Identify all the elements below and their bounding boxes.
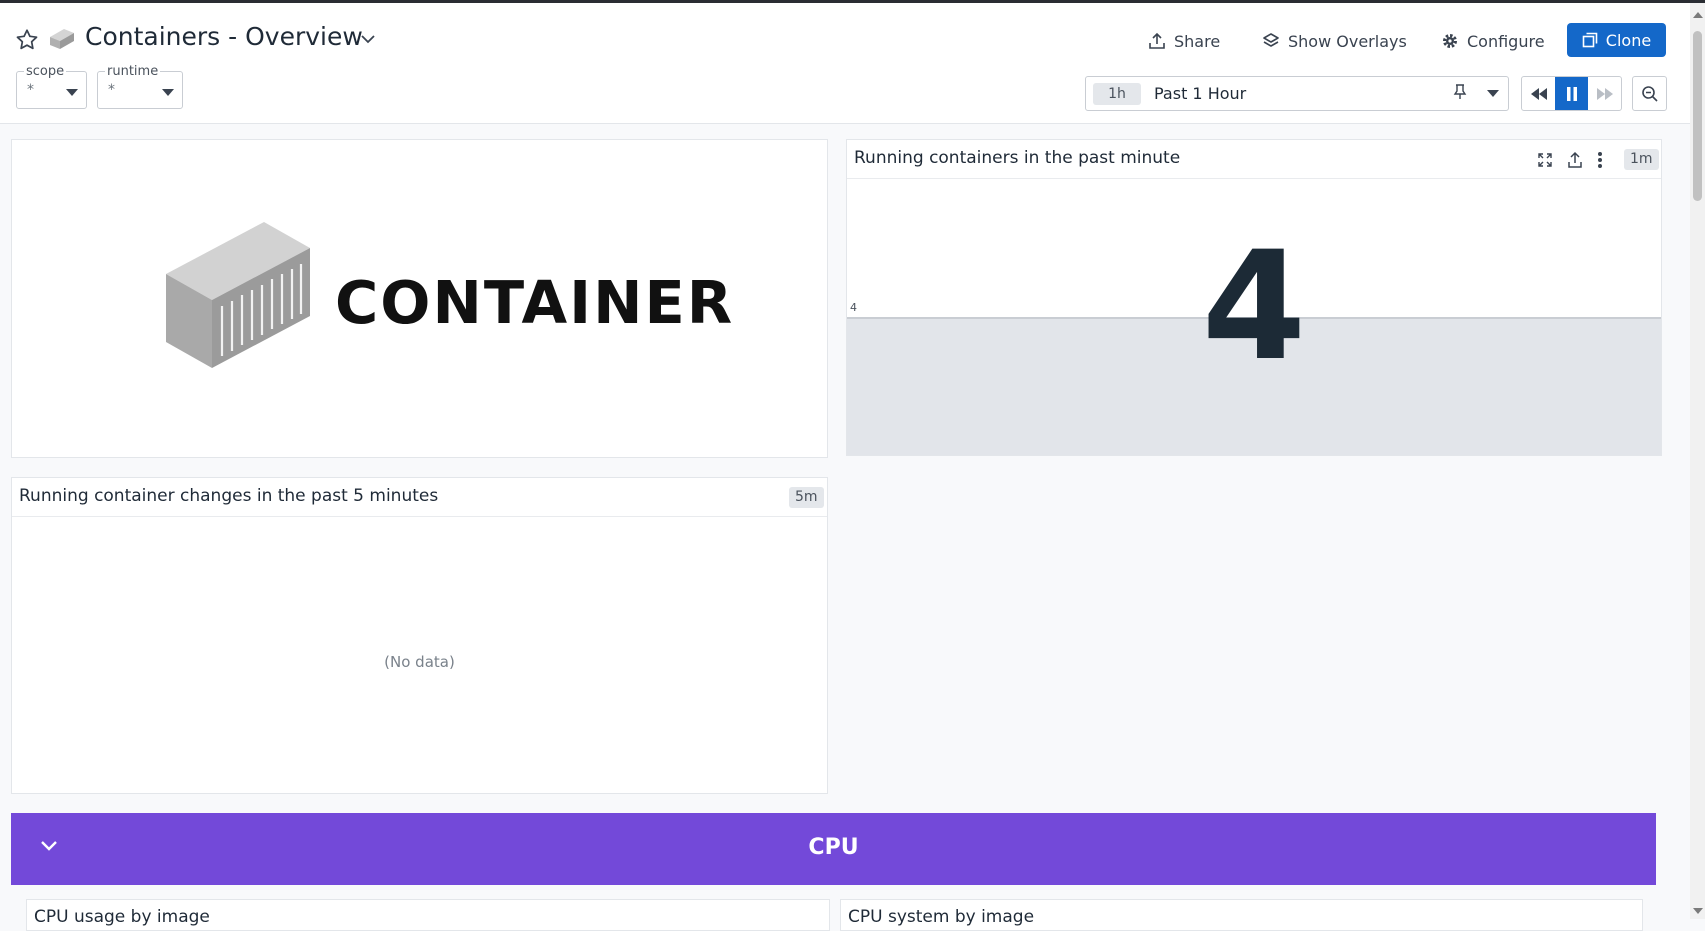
show-overlays-button[interactable]: Show Overlays bbox=[1262, 27, 1407, 55]
time-caret-down-icon[interactable] bbox=[1487, 90, 1499, 97]
chevron-down-icon[interactable] bbox=[360, 33, 376, 45]
variable-value: * bbox=[108, 82, 115, 98]
more-options-icon[interactable] bbox=[1597, 151, 1603, 169]
container-illustration-icon bbox=[166, 222, 310, 368]
query-value: 4 bbox=[1201, 220, 1307, 394]
playback-controls bbox=[1521, 76, 1622, 111]
share-button[interactable]: Share bbox=[1148, 27, 1220, 55]
share-icon bbox=[1149, 32, 1165, 49]
rewind-icon bbox=[1530, 87, 1547, 100]
scroll-up-arrow-icon[interactable] bbox=[1693, 12, 1703, 18]
time-badge: 1h bbox=[1093, 83, 1141, 105]
scrollbar-thumb[interactable] bbox=[1693, 31, 1702, 201]
dashboard-header: Containers - Overview Share Show Overlay… bbox=[0, 3, 1690, 124]
share-label: Share bbox=[1174, 31, 1221, 51]
expand-icon[interactable] bbox=[1537, 152, 1553, 168]
container-changes-widget: Running container changes in the past 5 … bbox=[11, 477, 828, 794]
widget-title: CPU system by image bbox=[848, 907, 1035, 927]
fast-forward-icon bbox=[1596, 87, 1613, 100]
clone-button[interactable]: Clone bbox=[1567, 23, 1666, 57]
caret-down-icon bbox=[162, 89, 174, 96]
time-selector[interactable]: 1h Past 1 Hour bbox=[1085, 76, 1509, 111]
variable-label: runtime bbox=[105, 64, 161, 79]
zoom-out-icon bbox=[1641, 85, 1658, 102]
logo-text: CONTAINER bbox=[335, 268, 735, 337]
pause-button[interactable] bbox=[1555, 77, 1588, 110]
variable-value: * bbox=[27, 82, 34, 98]
no-data-message: (No data) bbox=[384, 653, 455, 671]
widget-title: CPU usage by image bbox=[34, 907, 210, 927]
zoom-out-button[interactable] bbox=[1632, 76, 1667, 111]
pause-icon bbox=[1566, 86, 1577, 101]
group-title: CPU bbox=[808, 835, 859, 860]
widget-title: Running container changes in the past 5 … bbox=[19, 486, 439, 506]
running-containers-widget: Running containers in the past minute 1m… bbox=[846, 139, 1662, 456]
cpu-system-widget: CPU system by image bbox=[840, 899, 1643, 931]
gear-icon bbox=[1443, 34, 1457, 48]
clone-icon bbox=[1582, 32, 1598, 48]
container-icon bbox=[50, 29, 74, 49]
caret-down-icon bbox=[66, 89, 78, 96]
clone-label: Clone bbox=[1605, 30, 1652, 50]
template-variable-runtime[interactable]: runtime * bbox=[97, 64, 183, 109]
widget-title: Running containers in the past minute bbox=[854, 148, 1181, 168]
cpu-group-header[interactable]: CPU bbox=[11, 813, 1656, 885]
layers-icon bbox=[1263, 33, 1279, 47]
variable-label: scope bbox=[24, 64, 67, 79]
fast-forward-button[interactable] bbox=[1588, 77, 1621, 110]
time-label: Past 1 Hour bbox=[1154, 84, 1247, 103]
container-logo-widget: CONTAINER bbox=[11, 139, 828, 458]
cpu-usage-widget: CPU usage by image bbox=[26, 899, 830, 931]
configure-button[interactable]: Configure bbox=[1441, 27, 1545, 55]
template-variable-scope[interactable]: scope * bbox=[16, 64, 87, 109]
page-title: Containers - Overview bbox=[85, 22, 363, 51]
widget-header-divider bbox=[12, 516, 827, 517]
vertical-scrollbar[interactable] bbox=[1690, 3, 1705, 919]
rewind-button[interactable] bbox=[1522, 77, 1555, 110]
pin-icon[interactable] bbox=[1453, 84, 1467, 100]
scroll-down-arrow-icon[interactable] bbox=[1693, 908, 1703, 914]
configure-label: Configure bbox=[1467, 31, 1545, 51]
widget-timeframe-badge: 5m bbox=[789, 487, 824, 508]
overlays-label: Show Overlays bbox=[1288, 31, 1407, 51]
favorite-star-icon[interactable] bbox=[14, 27, 40, 53]
widget-timeframe-badge: 1m bbox=[1624, 149, 1659, 170]
widget-header-divider bbox=[847, 178, 1661, 179]
export-icon[interactable] bbox=[1567, 151, 1583, 169]
